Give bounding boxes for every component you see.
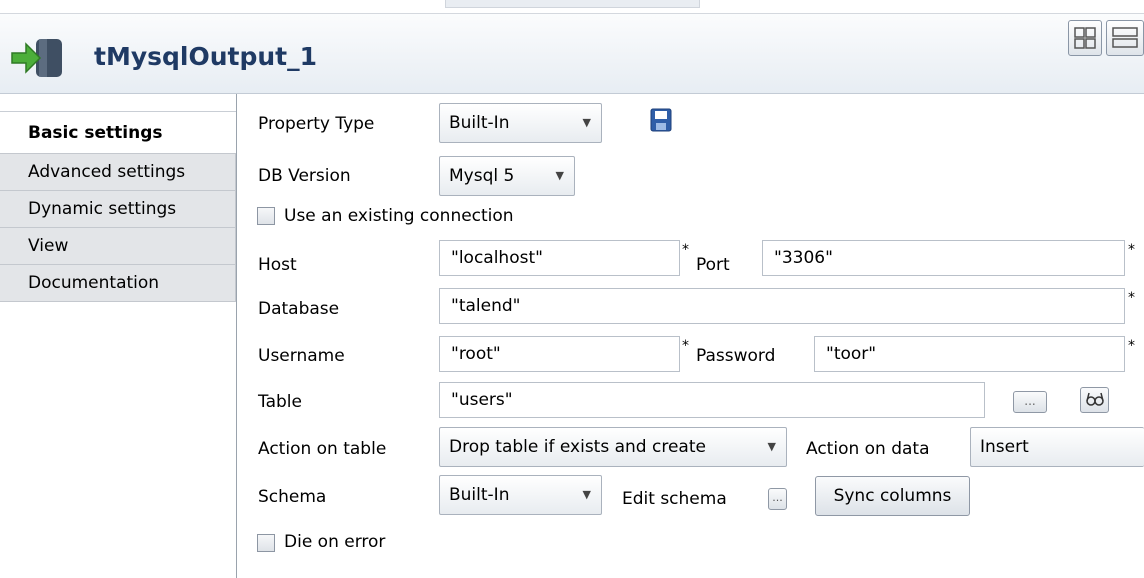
action-on-data-label: Action on data: [806, 439, 930, 459]
chevron-down-icon: ▼: [555, 169, 564, 182]
use-existing-connection-checkbox[interactable]: [257, 207, 275, 225]
table-browse-button[interactable]: ...: [1013, 391, 1047, 413]
tab-advanced-settings[interactable]: Advanced settings: [0, 154, 236, 191]
schema-select[interactable]: Built-In ▼: [439, 475, 602, 515]
top-edge-strip: [445, 0, 700, 8]
database-output-icon: [11, 39, 62, 77]
die-on-error-checkbox[interactable]: [257, 534, 275, 552]
tab-dynamic-settings[interactable]: Dynamic settings: [0, 191, 236, 228]
table-preview-button[interactable]: [1080, 387, 1109, 413]
database-label: Database: [258, 299, 340, 319]
username-label: Username: [258, 346, 345, 366]
port-input[interactable]: "3306": [762, 240, 1125, 276]
edit-schema-button[interactable]: ...: [768, 488, 787, 510]
host-required-marker: *: [682, 242, 689, 258]
db-version-select[interactable]: Mysql 5 ▼: [439, 156, 575, 196]
glasses-icon: [1085, 392, 1104, 406]
host-label: Host: [258, 255, 297, 275]
schema-label: Schema: [258, 487, 327, 507]
settings-sidebar: Basic settings Advanced settings Dynamic…: [0, 94, 237, 578]
host-input[interactable]: "localhost": [439, 240, 680, 276]
tab-documentation[interactable]: Documentation: [0, 265, 236, 302]
component-header: tMysqlOutput_1: [0, 14, 1144, 94]
basic-settings-panel: Property Type Built-In ▼ DB Version Mysq…: [237, 94, 1144, 578]
table-input[interactable]: "users": [439, 382, 985, 418]
use-existing-connection-label: Use an existing connection: [284, 206, 514, 226]
action-on-data-value: Insert: [980, 437, 1029, 457]
list-layout-button[interactable]: [1106, 20, 1144, 56]
list-layout-icon: [1112, 27, 1138, 48]
grid-layout-icon: [1074, 27, 1096, 49]
component-title: tMysqlOutput_1: [94, 42, 318, 71]
database-input[interactable]: "talend": [439, 288, 1125, 324]
password-input[interactable]: "toor": [814, 336, 1125, 372]
port-label: Port: [696, 255, 730, 275]
password-label: Password: [696, 346, 776, 366]
action-on-table-value: Drop table if exists and create: [449, 437, 706, 457]
db-version-value: Mysql 5: [449, 166, 515, 186]
chevron-down-icon: ▼: [767, 440, 776, 453]
db-version-label: DB Version: [258, 166, 351, 186]
sync-columns-button[interactable]: Sync columns: [815, 476, 970, 516]
die-on-error-label: Die on error: [284, 532, 386, 552]
chevron-down-icon: ▼: [582, 116, 591, 129]
property-type-select[interactable]: Built-In ▼: [439, 103, 602, 143]
tab-basic-settings[interactable]: Basic settings: [0, 112, 236, 154]
username-required-marker: *: [682, 338, 689, 354]
property-type-label: Property Type: [258, 114, 375, 134]
top-edge: [0, 0, 1144, 14]
schema-value: Built-In: [449, 485, 510, 505]
action-on-table-select[interactable]: Drop table if exists and create ▼: [439, 427, 787, 467]
port-required-marker: *: [1128, 242, 1135, 258]
save-icon[interactable]: [650, 108, 672, 132]
table-label: Table: [258, 392, 302, 412]
grid-layout-button[interactable]: [1068, 20, 1102, 56]
password-required-marker: *: [1128, 338, 1135, 354]
edit-schema-label: Edit schema: [622, 489, 727, 509]
tab-view[interactable]: View: [0, 228, 236, 265]
username-input[interactable]: "root": [439, 336, 680, 372]
property-type-value: Built-In: [449, 113, 510, 133]
database-required-marker: *: [1128, 290, 1135, 306]
action-on-table-label: Action on table: [258, 439, 387, 459]
sidebar-spacer: [0, 94, 236, 112]
chevron-down-icon: ▼: [582, 488, 591, 501]
action-on-data-select[interactable]: Insert: [970, 427, 1144, 467]
